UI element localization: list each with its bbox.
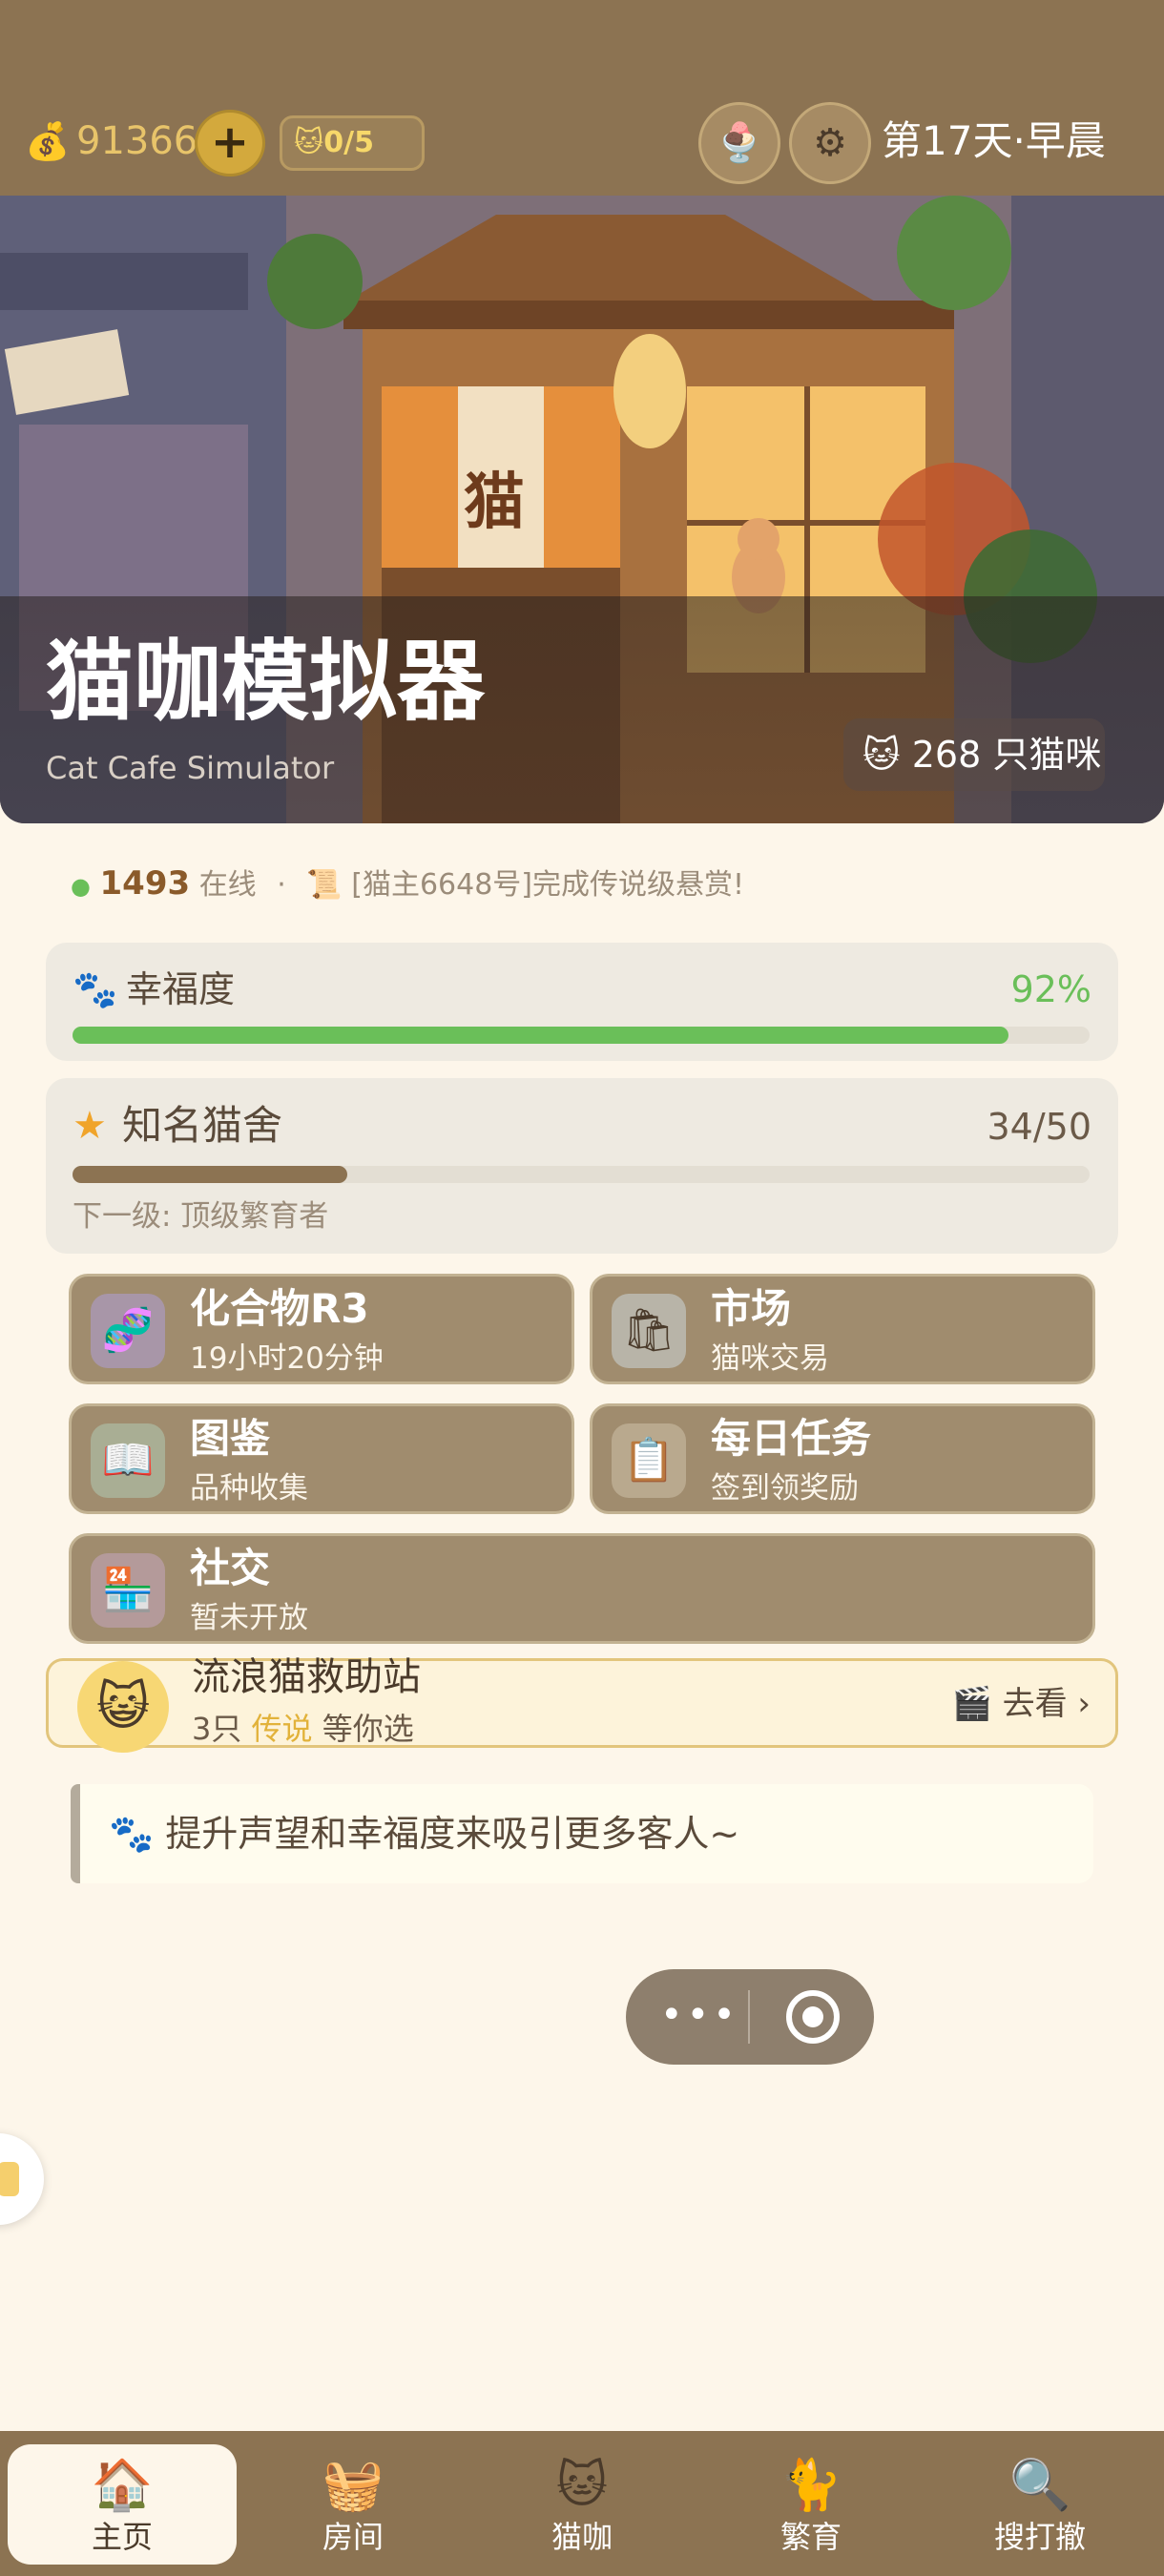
fame-value: 34/50: [987, 1106, 1091, 1148]
cat-face-icon: 🐱: [294, 126, 324, 159]
nav-label: 房间: [322, 2519, 384, 2555]
floating-side-button[interactable]: [0, 2133, 44, 2225]
drink-button[interactable]: 🍨: [698, 102, 780, 184]
money-bag-icon: 💰: [25, 120, 71, 162]
hero-banner: 猫 猫咖模拟器 Cat Cafe Simulator 🐱 268 只猫咪: [0, 196, 1164, 823]
catalog-subtitle: 品种收集: [190, 1471, 308, 1506]
fame-bar-fill: [73, 1166, 347, 1183]
paw-icon: 🐾: [109, 1813, 155, 1855]
nav-label: 搜打撤: [993, 2519, 1086, 2555]
house-icon: 🏠: [91, 2457, 154, 2514]
curtain-sign: 猫: [464, 467, 525, 538]
market-button[interactable]: 🛍 市场 猫咪交易: [590, 1274, 1095, 1384]
social-title: 社交: [190, 1545, 271, 1591]
total-cats-badge: 🐱 268 只猫咪: [843, 718, 1105, 791]
cats-icon: 🐈: [779, 2457, 842, 2514]
total-cats-value: 268 只猫咪: [911, 734, 1102, 776]
rescue-rarity: 传说: [251, 1711, 313, 1747]
mini-program-capsule: •••: [626, 1969, 874, 2065]
rescue-go-label: 去看 ›: [1002, 1685, 1091, 1723]
game-title: 猫咖模拟器: [46, 631, 486, 733]
rescue-suffix: 等你选: [322, 1711, 414, 1747]
drink-icon: 🍨: [716, 121, 763, 165]
online-label: 在线: [198, 868, 257, 902]
coin-balance: 91366: [76, 119, 198, 163]
nav-breeding[interactable]: 🐈 繁育: [696, 2444, 925, 2565]
happiness-bar: [73, 1027, 1090, 1044]
capsule-divider: [748, 1990, 750, 2044]
paw-icon: 🐾: [73, 968, 118, 1010]
top-bar: 💰 91366 + 🐱0/5 🍨 ⚙ 第17天·早晨: [0, 0, 1164, 196]
basket-icon: 🧺: [322, 2457, 385, 2514]
more-options-icon[interactable]: •••: [660, 1986, 739, 2044]
rescue-subtitle: 3只 传说 等你选: [192, 1709, 414, 1749]
clapper-icon: 🎬: [951, 1685, 992, 1723]
bag-icon: 🛍: [612, 1294, 686, 1368]
social-subtitle: 暂未开放: [190, 1601, 308, 1635]
daily-tasks-subtitle: 签到领奖励: [711, 1471, 859, 1506]
nav-home[interactable]: 🏠 主页: [8, 2444, 237, 2565]
rescue-title: 流浪猫救助站: [192, 1655, 421, 1699]
rescue-count: 3只: [192, 1711, 242, 1747]
dna-icon: 🧬: [91, 1294, 165, 1368]
fame-label: 知名猫舍: [122, 1102, 283, 1149]
rescue-station-banner[interactable]: 😺 流浪猫救助站 3只 传说 等你选 🎬 去看 ›: [46, 1655, 1118, 1753]
star-icon: ★: [73, 1104, 107, 1148]
nav-label: 猫咖: [551, 2519, 613, 2555]
shop-icon: 🏪: [91, 1553, 165, 1628]
magnifier-icon: 🔍: [1008, 2457, 1071, 2514]
cat-face-icon: 🐱: [863, 734, 901, 776]
settings-button[interactable]: ⚙: [789, 102, 871, 184]
fame-card: ★ 知名猫舍 34/50 下一级: 顶级繁育者: [46, 1078, 1118, 1254]
social-button[interactable]: 🏪 社交 暂未开放: [69, 1533, 1095, 1644]
day-time-label: 第17天·早晨: [882, 117, 1106, 164]
ticker-news: [猫主6648号]完成传说级悬赏!: [351, 868, 745, 902]
market-subtitle: 猫咪交易: [711, 1341, 829, 1376]
cat-capacity-badge[interactable]: 🐱0/5: [280, 115, 425, 171]
nav-label: 繁育: [779, 2519, 842, 2555]
happiness-card: 🐾 幸福度 92%: [46, 943, 1118, 1061]
daily-tasks-button[interactable]: 📋 每日任务 签到领奖励: [590, 1403, 1095, 1514]
cat-face-icon: 😺: [77, 1661, 169, 1753]
tip-message: 提升声望和幸福度来吸引更多客人~: [165, 1813, 740, 1855]
game-subtitle: Cat Cafe Simulator: [46, 750, 335, 786]
gear-icon: ⚙: [813, 121, 847, 165]
happiness-bar-fill: [73, 1027, 1008, 1044]
tip-box: 🐾 提升声望和幸福度来吸引更多客人~: [71, 1784, 1093, 1883]
nav-rooms[interactable]: 🧺 房间: [239, 2444, 468, 2565]
rescue-go-link[interactable]: 🎬 去看 ›: [951, 1682, 1091, 1726]
happiness-label: 幸福度: [126, 968, 236, 1010]
cat-cup-icon: 🐱: [555, 2457, 609, 2514]
compound-button[interactable]: 🧬 化合物R3 19小时20分钟: [69, 1274, 574, 1384]
book-icon: 📖: [91, 1423, 165, 1498]
nav-label: 主页: [91, 2519, 153, 2555]
daily-tasks-title: 每日任务: [711, 1415, 872, 1462]
clipboard-icon: 📋: [612, 1423, 686, 1498]
cat-capacity-value: 0/5: [323, 126, 374, 159]
catalog-button[interactable]: 📖 图鉴 品种收集: [69, 1403, 574, 1514]
market-title: 市场: [711, 1285, 792, 1332]
bottom-nav: 🏠 主页 🧺 房间 🐱 猫咖 🐈 繁育 🔍 搜打撤: [0, 2431, 1164, 2576]
ticker-separator: ·: [277, 868, 286, 902]
happiness-value: 92%: [1010, 968, 1091, 1010]
news-ticker: ● 1493 在线 · 📜 [猫主6648号]完成传说级悬赏!: [71, 859, 744, 911]
fame-bar: [73, 1166, 1090, 1183]
nav-search[interactable]: 🔍 搜打撤: [925, 2444, 1154, 2565]
add-coins-button[interactable]: +: [195, 110, 265, 177]
nav-cafe[interactable]: 🐱 猫咖: [468, 2444, 696, 2565]
online-dot-icon: ●: [71, 873, 91, 900]
tip-text: 🐾 提升声望和幸福度来吸引更多客人~: [109, 1807, 739, 1860]
compound-title: 化合物R3: [190, 1285, 369, 1332]
catalog-title: 图鉴: [190, 1415, 271, 1462]
compound-timer: 19小时20分钟: [190, 1341, 384, 1376]
next-level-text: 下一级: 顶级繁育者: [73, 1199, 329, 1234]
online-count: 1493: [99, 864, 191, 903]
close-target-icon[interactable]: [786, 1990, 840, 2044]
scroll-icon: 📜: [306, 868, 343, 902]
